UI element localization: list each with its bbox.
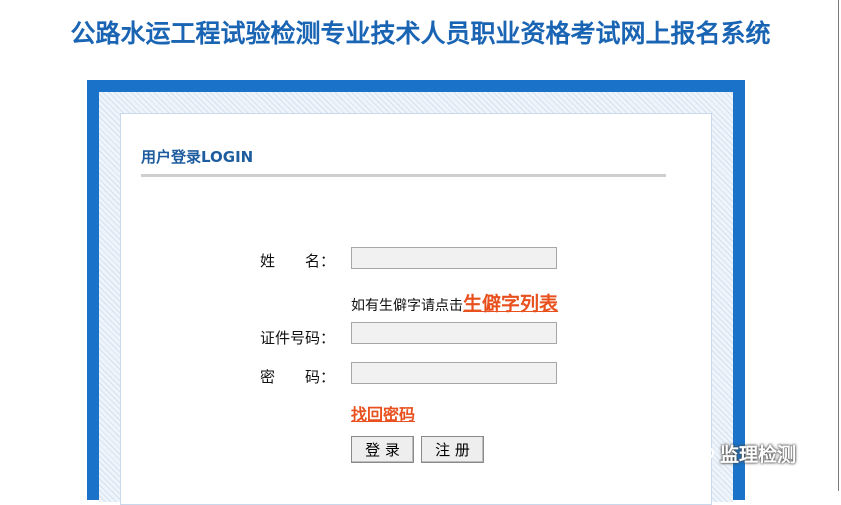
rare-char-list-link[interactable]: 生僻字列表 xyxy=(463,293,558,315)
watermark: 监理检测 xyxy=(686,440,796,467)
page-border xyxy=(838,0,839,491)
wechat-icon xyxy=(686,440,716,467)
rare-char-hint-text: 如有生僻字请点击 xyxy=(351,298,463,314)
heading-divider xyxy=(141,174,666,177)
page-title: 公路水运工程试验检测专业技术人员职业资格考试网上报名系统 xyxy=(70,19,771,48)
login-heading: 用户登录LOGIN xyxy=(141,148,254,166)
id-number-label: 证件号码： xyxy=(260,329,336,347)
id-number-input[interactable] xyxy=(351,322,557,344)
forgot-password-link[interactable]: 找回密码 xyxy=(351,401,415,425)
login-button[interactable]: 登 录 xyxy=(351,436,414,463)
password-input[interactable] xyxy=(351,362,557,384)
password-label: 密 码： xyxy=(260,368,336,386)
rare-char-hint: 如有生僻字请点击生僻字列表 xyxy=(351,289,558,316)
watermark-text: 监理检测 xyxy=(720,444,797,466)
name-input[interactable] xyxy=(351,247,557,269)
name-label: 姓 名： xyxy=(260,252,336,270)
register-button[interactable]: 注 册 xyxy=(421,436,484,463)
